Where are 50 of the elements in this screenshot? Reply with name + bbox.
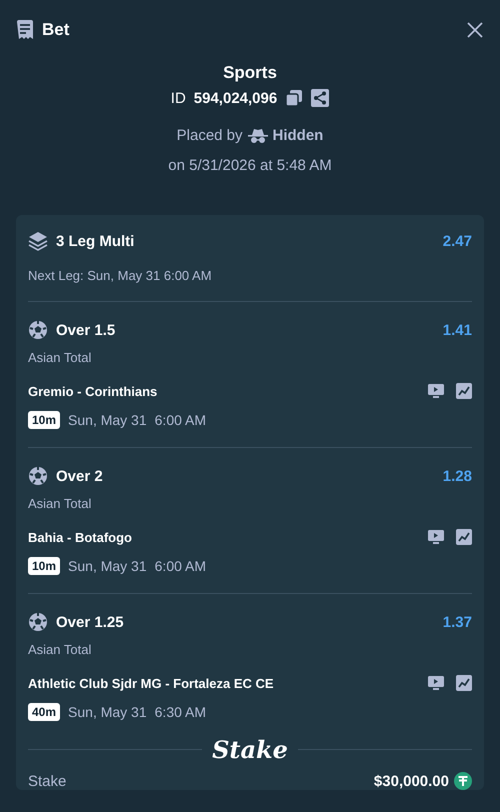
selection: Over 1.5 <box>56 322 116 338</box>
placed-date: on 5/31/2026 at 5:48 AM <box>168 157 332 174</box>
receipt-icon <box>16 20 34 40</box>
market-name: Asian Total <box>28 496 92 511</box>
event-date: Sun, May 31 <box>68 704 147 720</box>
close-icon[interactable] <box>466 21 484 39</box>
stats-icon[interactable] <box>456 529 472 545</box>
stats-icon[interactable] <box>456 675 472 691</box>
leg-odds: 1.41 <box>442 322 472 338</box>
soccer-ball-icon <box>28 466 48 486</box>
event-date: Sun, May 31 <box>68 412 147 428</box>
live-stream-icon[interactable] <box>428 529 444 545</box>
time-badge: 40m <box>28 703 60 721</box>
next-leg-text: Next Leg: Sun, May 31 6:00 AM <box>28 268 213 283</box>
event-time: 6:00 AM <box>154 412 206 428</box>
selection: Over 2 <box>56 468 104 484</box>
event-date: Sun, May 31 <box>68 558 147 574</box>
bet-category: Sports <box>223 63 277 83</box>
placed-by-label: Placed by <box>176 127 243 144</box>
market-name: Asian Total <box>28 642 92 657</box>
incognito-icon <box>248 128 268 144</box>
total-odds: 2.47 <box>442 232 472 250</box>
soccer-ball-icon <box>28 612 48 632</box>
leg-odds: 1.37 <box>442 614 472 630</box>
event-time: 6:30 AM <box>154 704 206 720</box>
bet-type: 3 Leg Multi <box>56 232 136 250</box>
brand-logo: Stake <box>212 735 288 764</box>
bet-id: 594,024,096 <box>194 90 278 106</box>
dialog-title: Bet <box>42 20 70 40</box>
time-badge: 10m <box>28 411 60 429</box>
live-stream-icon[interactable] <box>428 675 444 691</box>
coin-icon <box>454 772 472 790</box>
stake-label: Stake <box>28 772 68 790</box>
match-name: Gremio - Corinthians <box>28 384 158 398</box>
soccer-ball-icon <box>28 320 48 340</box>
stats-icon[interactable] <box>456 383 472 399</box>
match-name: Athletic Club Sjdr MG - Fortaleza EC CE <box>28 676 275 690</box>
copy-icon[interactable] <box>285 89 304 107</box>
event-time: 6:00 AM <box>154 558 206 574</box>
time-badge: 10m <box>28 557 60 575</box>
layers-icon <box>28 231 48 251</box>
match-name: Bahia - Botafogo <box>28 530 133 544</box>
share-icon[interactable] <box>311 89 330 107</box>
market-name: Asian Total <box>28 350 92 365</box>
username: Hidden <box>272 127 324 144</box>
id-label: ID <box>170 90 186 106</box>
stake-amount: $30,000.00 <box>374 772 449 790</box>
leg-odds: 1.28 <box>442 468 472 484</box>
live-stream-icon[interactable] <box>428 383 444 399</box>
selection: Over 1.25 <box>56 614 125 630</box>
